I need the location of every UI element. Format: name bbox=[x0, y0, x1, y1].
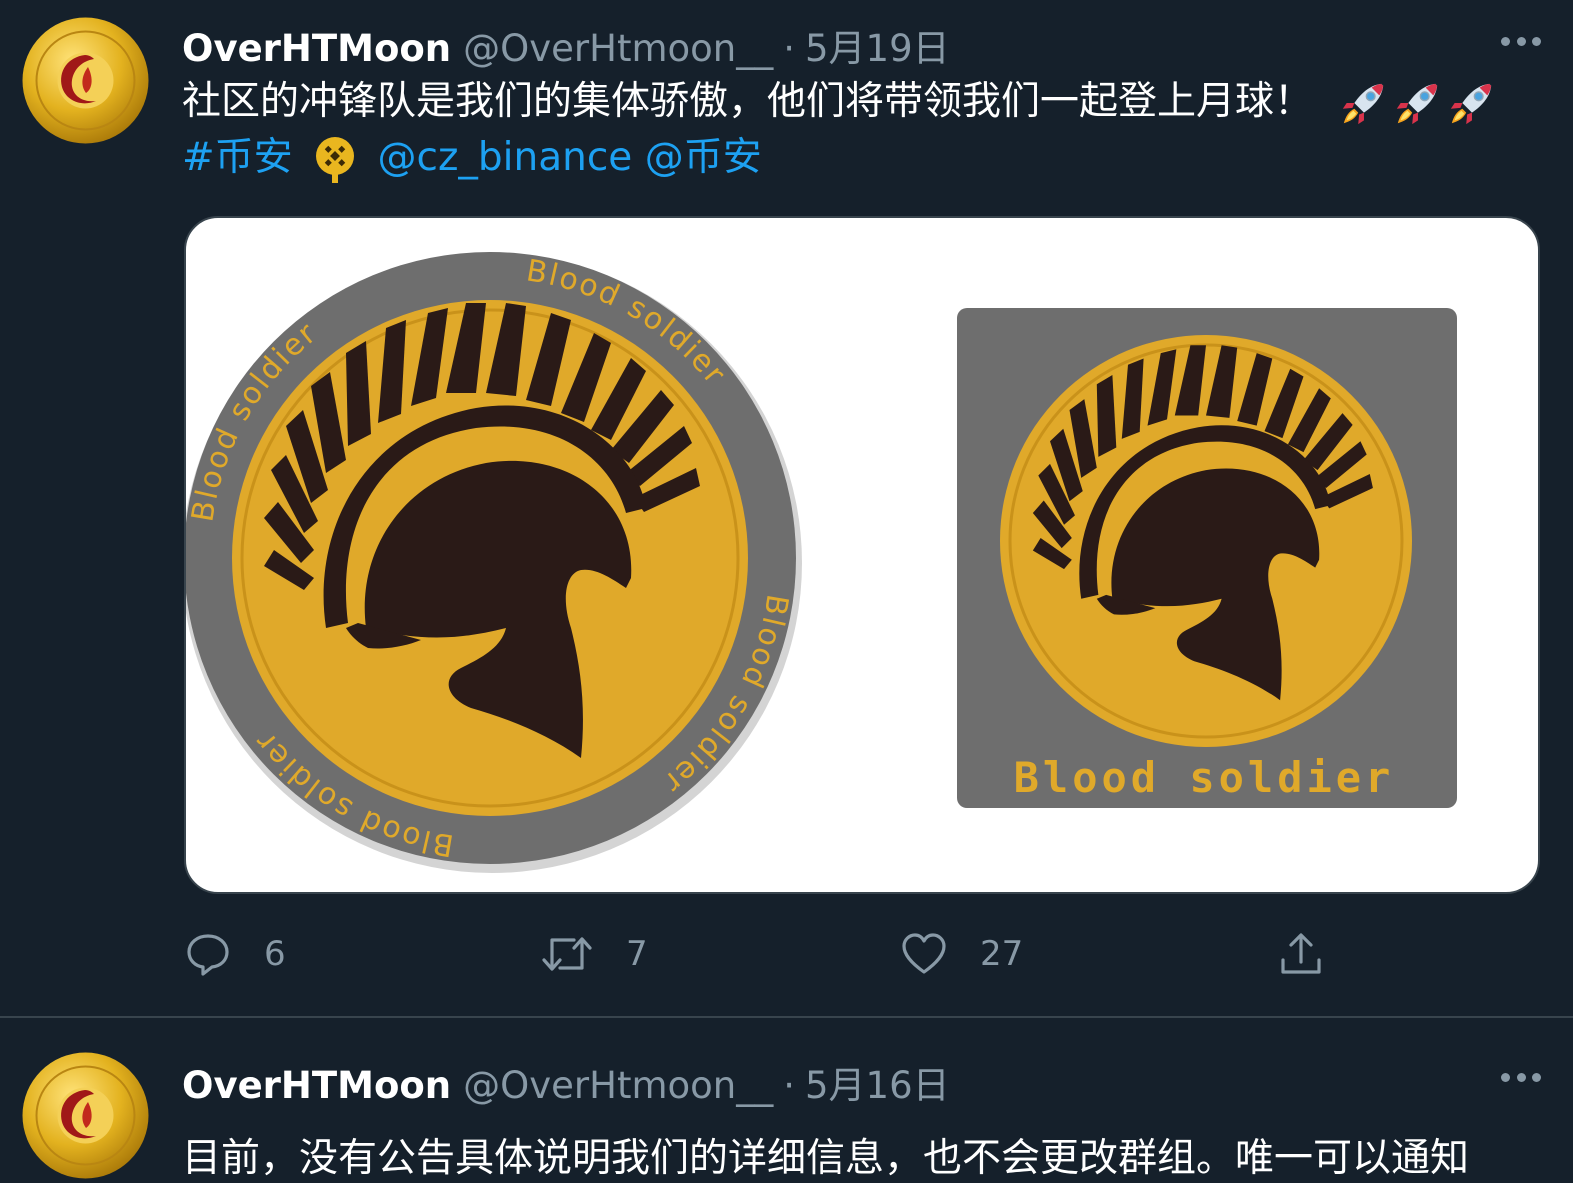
retweet-icon bbox=[542, 937, 592, 971]
like-button[interactable]: 27 bbox=[900, 930, 1023, 978]
more-horizontal-icon bbox=[1501, 37, 1510, 46]
tweet-date[interactable]: 5月19日 bbox=[805, 18, 950, 72]
author-handle[interactable]: @OverHtmoon__ bbox=[463, 1064, 773, 1107]
rocket-emoji bbox=[1339, 80, 1387, 128]
blood-soldier-coin: Blood soldier Blood soldier Blood soldie… bbox=[186, 252, 802, 873]
reply-icon bbox=[187, 934, 229, 976]
share-icon bbox=[1281, 933, 1321, 974]
more-options-button[interactable] bbox=[1501, 37, 1541, 49]
retweet-button[interactable]: 7 bbox=[540, 930, 648, 978]
mention-link[interactable]: @币安 bbox=[645, 135, 762, 180]
author-name[interactable]: OverHTMoon bbox=[182, 27, 451, 70]
share-button[interactable] bbox=[1277, 930, 1325, 978]
rocket-emoji bbox=[1447, 80, 1495, 128]
author-name[interactable]: OverHTMoon bbox=[182, 1064, 451, 1107]
tweet-date[interactable]: 5月16日 bbox=[805, 1055, 950, 1109]
badge-caption: Blood soldier bbox=[1014, 753, 1395, 802]
tweet-text-line: 目前，没有公告具体说明我们的详细信息，也不会更改群组。唯一可以通知 bbox=[182, 1136, 1470, 1181]
avatar[interactable] bbox=[22, 17, 149, 144]
tweet-media[interactable]: Blood soldier Blood soldier Blood soldie… bbox=[184, 216, 1540, 894]
separator-dot: · bbox=[783, 1064, 795, 1107]
rocket-emoji bbox=[1393, 80, 1441, 128]
blood-soldier-badge: Blood soldier bbox=[957, 308, 1457, 808]
tweet-header: OverHTMoon @OverHtmoon__ · 5月19日 bbox=[182, 18, 950, 70]
mention-link[interactable]: @cz_binance bbox=[378, 135, 633, 180]
separator-dot: · bbox=[783, 27, 795, 70]
tweet-text: 目前，没有公告具体说明我们的详细信息，也不会更改群组。唯一可以通知 bbox=[182, 1131, 1533, 1183]
tweet[interactable]: OverHTMoon @OverHtmoon__ · 5月16日 目前，没有公告… bbox=[0, 1020, 1573, 1183]
tweet-actions: 6 7 27 bbox=[182, 930, 1382, 990]
author-handle[interactable]: @OverHtmoon__ bbox=[463, 27, 773, 70]
hashtag-link[interactable]: #币安 bbox=[182, 135, 293, 180]
retweet-count: 7 bbox=[626, 934, 648, 974]
tweet-text-line: 社区的冲锋队是我们的集体骄傲，他们将带领我们一起登上月球！ bbox=[182, 79, 1314, 124]
avatar[interactable] bbox=[22, 1052, 149, 1179]
blood-soldier-image: Blood soldier Blood soldier Blood soldie… bbox=[186, 252, 1457, 873]
more-horizontal-icon bbox=[1501, 1073, 1510, 1082]
like-count: 27 bbox=[980, 934, 1024, 974]
reply-button[interactable]: 6 bbox=[184, 930, 286, 978]
reply-count: 6 bbox=[264, 934, 286, 974]
heart-icon bbox=[902, 933, 946, 974]
tweet[interactable]: OverHTMoon @OverHtmoon__ · 5月19日 社区的冲锋队是… bbox=[0, 0, 1573, 1018]
tweet-text: 社区的冲锋队是我们的集体骄傲，他们将带领我们一起登上月球！ #币安 @cz_bi… bbox=[182, 74, 1533, 186]
binance-emoji bbox=[316, 136, 355, 183]
more-options-button[interactable] bbox=[1501, 1073, 1541, 1085]
tweet-header: OverHTMoon @OverHtmoon__ · 5月16日 bbox=[182, 1055, 950, 1107]
tweet-divider bbox=[0, 1016, 1573, 1018]
